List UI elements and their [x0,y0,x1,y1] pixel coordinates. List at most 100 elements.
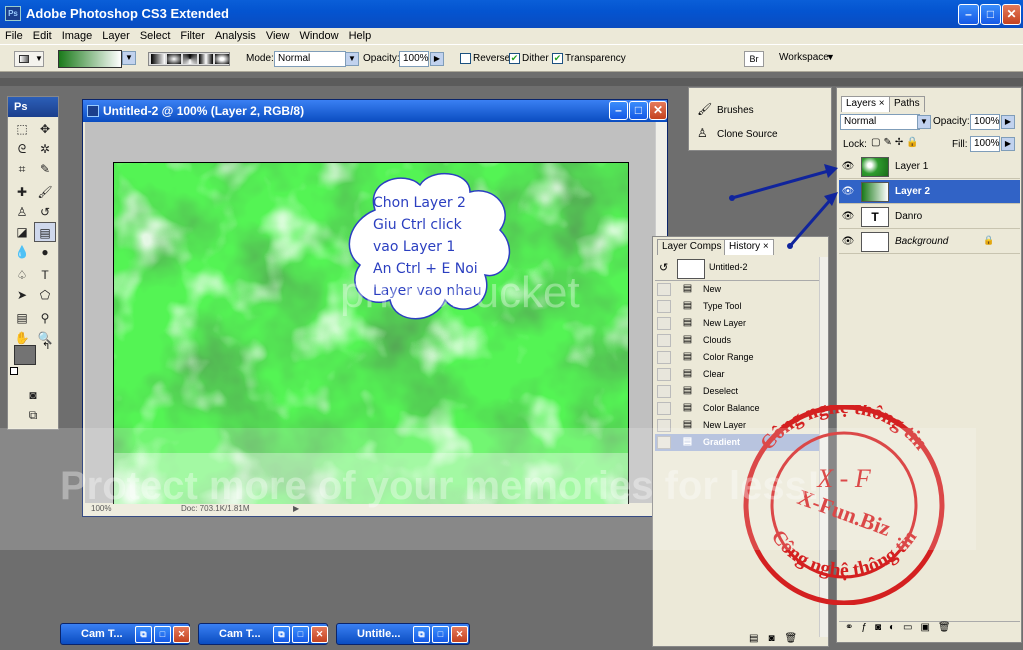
mode-select[interactable]: Normal [274,51,346,67]
marquee-tool-icon[interactable]: ⬚ [11,119,33,139]
chevron-down-icon[interactable]: ▼ [826,52,835,62]
layer-opacity-input[interactable]: 100% [970,114,1000,130]
clone-source-item[interactable]: Clone Source [717,129,778,140]
notes-tool-icon[interactable]: ▤ [11,308,33,328]
history-source-box[interactable] [657,283,671,296]
screen-mode-icon[interactable]: ⧉ [22,405,44,425]
restore-button[interactable]: ⧉ [413,626,430,643]
layer-name[interactable]: Layer 2 [895,186,930,197]
slice-tool-icon[interactable]: ✎ [34,159,56,179]
brushes-item[interactable]: Brushes [717,105,754,116]
layer-row[interactable]: 👁 T Danro [839,205,1020,229]
blend-mode-select[interactable]: Normal [840,114,920,130]
history-source-box[interactable] [657,368,671,381]
clone-stamp-icon[interactable]: ♙ [11,202,33,222]
workspace-label[interactable]: Workspace [779,52,829,63]
doc-minimize-button[interactable]: – [609,101,628,120]
move-tool-icon[interactable]: ✥ [34,119,56,139]
fill-input[interactable]: 100% [970,136,1000,152]
maximize-button[interactable]: □ [432,626,449,643]
opacity-slider-arrow[interactable]: ▶ [430,52,444,66]
layer-row[interactable]: 👁 Layer 1 [839,155,1020,179]
pen-tool-icon[interactable]: ♤ [11,265,33,285]
swap-colors-icon[interactable]: ↰ [42,341,50,352]
foreground-color-swatch[interactable] [14,345,36,365]
menu-analysis[interactable]: Analysis [210,28,261,44]
gradient-tool-icon[interactable]: ▤ [34,222,56,242]
history-source-box[interactable] [657,300,671,313]
layer-row[interactable]: 👁 Background 🔒 [839,230,1020,254]
minimized-doc[interactable]: Cam T... ⧉ □ ✕ [198,623,328,645]
history-state[interactable]: ▤ Deselect [655,383,819,400]
close-button[interactable]: ✕ [173,626,190,643]
menu-layer[interactable]: Layer [97,28,135,44]
history-state[interactable]: ▤ Type Tool [655,298,819,315]
diamond-gradient-icon[interactable] [215,54,229,64]
lock-icons[interactable]: ▢✎✢🔒 [871,137,922,148]
eraser-tool-icon[interactable]: ◪ [11,222,33,242]
minimized-doc-title[interactable]: Untitle... [357,628,400,640]
maximize-button[interactable]: □ [292,626,309,643]
doc-close-button[interactable]: ✕ [649,101,667,120]
blur-tool-icon[interactable]: 💧 [11,242,33,262]
minimized-doc-title[interactable]: Cam T... [81,628,123,640]
restore-button[interactable]: ⧉ [273,626,290,643]
close-button[interactable]: ✕ [1002,4,1021,25]
linear-gradient-icon[interactable] [151,54,165,64]
maximize-button[interactable]: □ [980,4,1001,25]
maximize-button[interactable]: □ [154,626,171,643]
opacity-slider-arrow[interactable]: ▶ [1001,115,1015,129]
healing-brush-icon[interactable]: ✚ [11,182,33,202]
history-snapshot[interactable]: ↺ Untitled-2 [655,257,819,281]
history-source-box[interactable] [657,317,671,330]
opacity-input[interactable]: 100% [399,51,429,67]
brush-tool-icon[interactable]: 🖌 [34,182,56,202]
magic-wand-icon[interactable]: ✲ [34,139,56,159]
chevron-down-icon[interactable]: ▼ [917,115,931,129]
type-tool-icon[interactable]: T [34,265,56,285]
minimize-button[interactable]: – [958,4,979,25]
minimized-doc-title[interactable]: Cam T... [219,628,261,640]
doc-maximize-button[interactable]: □ [629,101,648,120]
menu-window[interactable]: Window [294,28,343,44]
layer-name[interactable]: Danro [895,211,922,222]
history-source-box[interactable] [657,385,671,398]
snapshot-name[interactable]: Untitled-2 [709,262,748,272]
minimized-doc[interactable]: Cam T... ⧉ □ ✕ [60,623,190,645]
gradient-picker[interactable] [58,50,122,68]
tool-preset-picker[interactable]: ▼ [14,51,44,67]
eyedropper-icon[interactable]: ⚲ [34,308,56,328]
tab-layer-comps[interactable]: Layer Comps [657,239,727,255]
gradient-dropdown-arrow[interactable]: ▼ [122,51,136,65]
layers-footer-icons[interactable]: ⚭ƒ◙◐▭▣🗑 [839,621,1020,639]
radial-gradient-icon[interactable] [167,54,181,64]
brushes-icon[interactable]: 🖌 [697,102,712,116]
lasso-tool-icon[interactable]: ᘓ [11,139,33,159]
menu-filter[interactable]: Filter [175,28,209,44]
history-footer-icons[interactable]: ▤◙🗑 [749,633,807,644]
tab-paths[interactable]: Paths [889,96,925,112]
dither-checkbox[interactable]: ✔ [509,53,520,64]
quick-mask-icon[interactable]: ◙ [22,385,44,405]
fill-slider-arrow[interactable]: ▶ [1001,137,1015,151]
transparency-checkbox[interactable]: ✔ [552,53,563,64]
menu-edit[interactable]: Edit [28,28,57,44]
clone-source-icon[interactable]: ♙ [697,126,708,140]
history-state[interactable]: ▤ New Layer [655,315,819,332]
restore-button[interactable]: ⧉ [135,626,152,643]
default-colors-icon[interactable] [10,367,18,375]
reflected-gradient-icon[interactable] [199,54,213,64]
document-title[interactable]: Untitled-2 @ 100% (Layer 2, RGB/8) [83,100,667,122]
history-source-box[interactable] [657,351,671,364]
menu-image[interactable]: Image [57,28,98,44]
menu-view[interactable]: View [261,28,295,44]
shape-tool-icon[interactable]: ⬠ [34,285,56,305]
dodge-tool-icon[interactable]: ● [34,242,56,262]
history-state[interactable]: ▤ New [655,281,819,298]
menu-select[interactable]: Select [135,28,176,44]
history-source-box[interactable] [657,334,671,347]
history-source-box[interactable] [657,402,671,415]
history-brush-icon[interactable]: ↺ [34,202,56,222]
menu-file[interactable]: File [0,28,28,44]
close-button[interactable]: ✕ [451,626,468,643]
